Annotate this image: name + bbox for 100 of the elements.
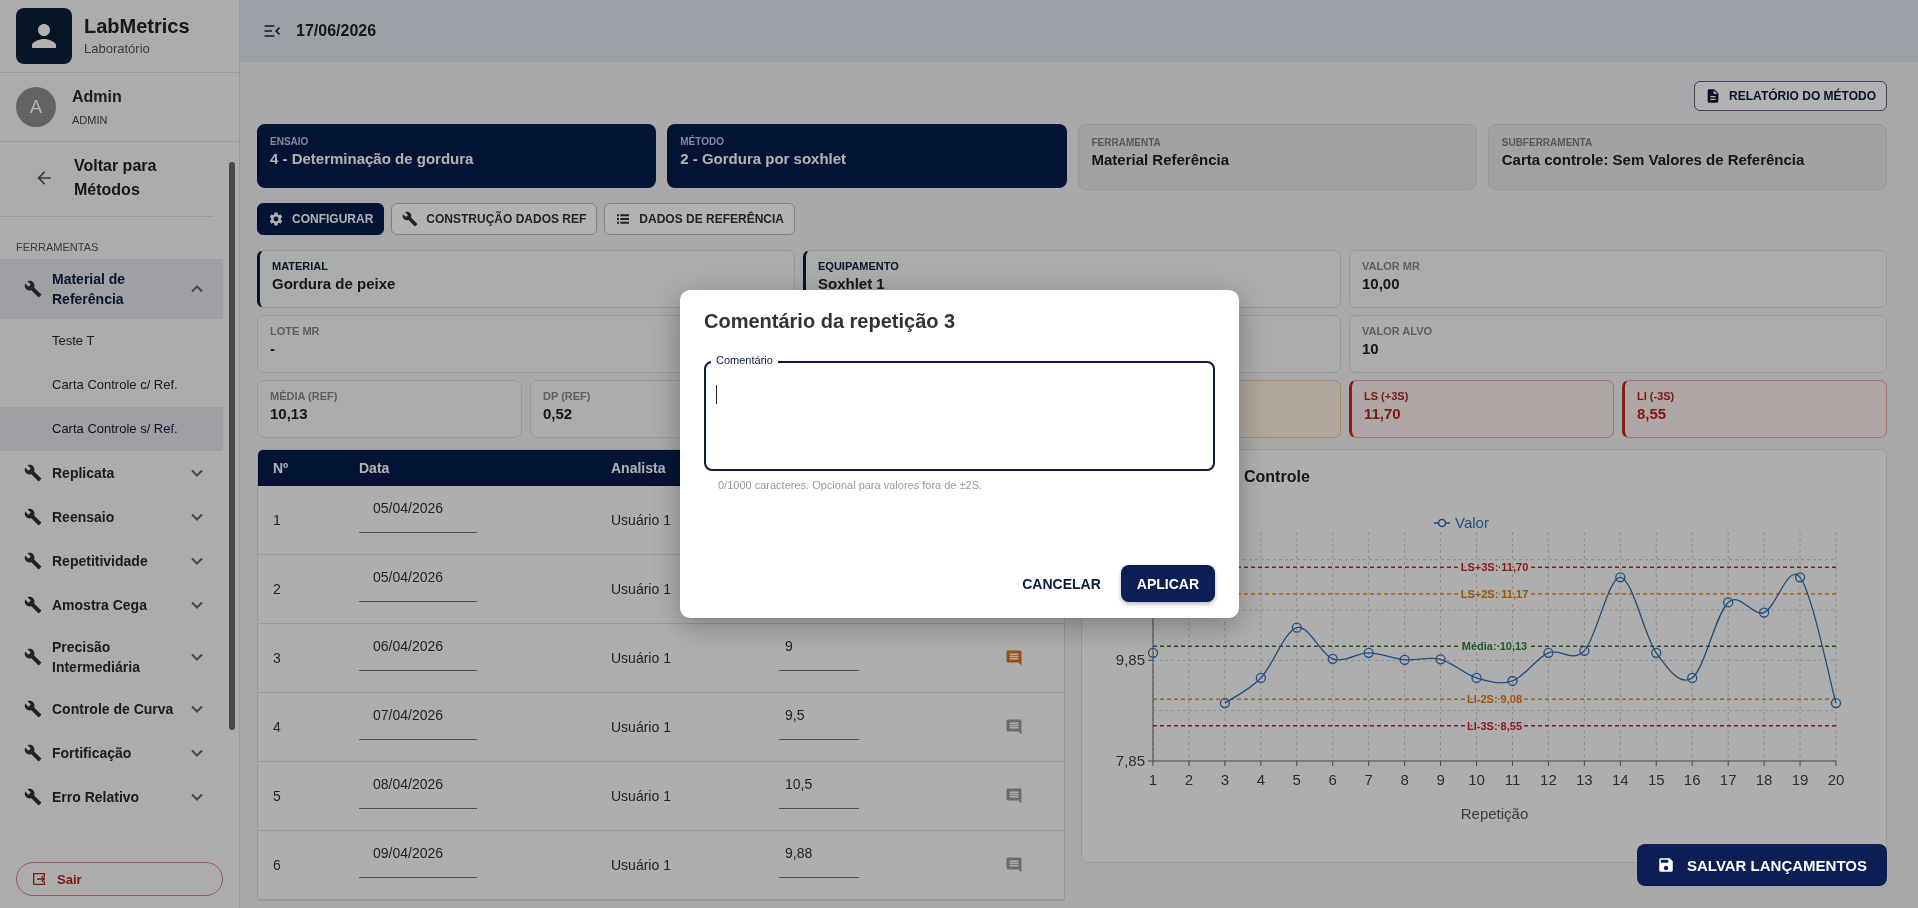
reference-line: LI-3S: 8,55 (1152, 719, 1837, 732)
table-cell-text: Usuário 1 (610, 512, 672, 528)
date-field[interactable]: 07/04/2026 (359, 706, 477, 740)
card-label: LS (+3S) (1364, 390, 1410, 402)
legend-label: Valor (1455, 514, 1489, 531)
date-field[interactable]: 05/04/2026 (359, 499, 477, 533)
comment-icon[interactable] (1005, 787, 1023, 805)
tool-button[interactable]: CONSTRUÇÃO DADOS REF (391, 203, 598, 235)
save-button[interactable]: SALVAR LANÇAMENTOS (1637, 844, 1887, 886)
report-button[interactable]: RELATÓRIO DO MÉTODO (1694, 81, 1887, 111)
sidebar-item[interactable]: Fortificação (0, 731, 223, 775)
user-role: ADMIN (72, 114, 108, 126)
sidebar-subitem[interactable]: Carta Controle c/ Ref. (0, 363, 223, 407)
value-field[interactable]: 9 (779, 637, 859, 671)
card-value: - (270, 340, 276, 357)
ref-line-label: LI-3S: 8,55 (1466, 719, 1523, 732)
date-field[interactable]: 08/04/2026 (359, 775, 477, 809)
value-field[interactable]: 10,5 (779, 775, 859, 809)
data-point (1687, 672, 1698, 684)
comment-icon[interactable] (1005, 856, 1023, 874)
data-point (1543, 647, 1554, 658)
table-cell-text: Usuário 1 (610, 650, 672, 666)
card-label: ENSAIO (270, 136, 310, 147)
data-point (1471, 672, 1482, 684)
sidebar-item[interactable]: Controle de Curva (0, 687, 223, 731)
x-tick-label: 4 (1256, 771, 1266, 788)
wrench-icon (24, 648, 42, 666)
chevron-icon (191, 469, 203, 477)
wrench-icon (24, 552, 42, 570)
reference-line: LI-2S: 9,08 (1152, 693, 1837, 706)
x-tick-label: 5 (1292, 771, 1301, 788)
data-point (1363, 647, 1374, 658)
chevron-icon (191, 513, 203, 521)
data-point (1255, 672, 1266, 684)
data-point (1291, 622, 1302, 633)
wrench-icon (402, 211, 419, 227)
ref-line-label: LI-2S: 9,08 (1466, 693, 1523, 706)
value-field[interactable]: 9,88 (779, 844, 859, 878)
cancel-button[interactable]: CANCELAR (1016, 567, 1107, 600)
x-tick-label: 12 (1540, 771, 1557, 788)
y-tick-label: 9,85 (1115, 651, 1145, 669)
table-cell-text: 5 (272, 788, 282, 804)
x-tick-label: 17 (1719, 771, 1737, 788)
save-icon (1657, 856, 1675, 874)
data-point (1507, 675, 1518, 687)
x-tick-label: 10 (1468, 771, 1485, 788)
data-point (1758, 607, 1770, 618)
sidebar-item[interactable]: Precisão Intermediária (0, 627, 223, 687)
x-tick-label: 15 (1647, 771, 1665, 788)
tool-button[interactable]: CONFIGURAR (257, 203, 385, 235)
wrench-icon (24, 596, 42, 614)
chevron-icon (191, 653, 203, 661)
sidebar-item[interactable]: Erro Relativo (0, 775, 223, 819)
table-cell-text: 1 (272, 512, 282, 528)
column-header: Analista (610, 460, 667, 476)
comment-icon[interactable] (1005, 718, 1023, 736)
data-point (1399, 654, 1410, 665)
x-tick-label: 8 (1400, 771, 1409, 788)
sidebar-item[interactable]: Repetitividade (0, 539, 223, 583)
tool-button[interactable]: DADOS DE REFERÊNCIA (604, 203, 796, 235)
table-cell-text: Usuário 1 (610, 581, 672, 597)
wrench-icon (24, 280, 42, 298)
chevron-icon (191, 749, 203, 757)
x-tick-label: 16 (1683, 771, 1701, 788)
data-point (1830, 697, 1842, 709)
sidebar-subitem[interactable]: Teste T (0, 319, 223, 363)
sidebar-item[interactable]: Reensaio (0, 495, 223, 539)
section-heading: FERRAMENTAS (15, 240, 100, 255)
date-field[interactable]: 06/04/2026 (359, 637, 477, 671)
table-cell-text: 2 (272, 581, 282, 597)
card-label: LI (-3S) (1637, 390, 1676, 402)
card-value: 11,70 (1364, 405, 1402, 422)
data-point (1651, 647, 1662, 658)
data-point (1794, 572, 1806, 583)
sidebar-item[interactable]: Amostra Cega (0, 583, 223, 627)
x-tick-label: 7 (1364, 771, 1373, 788)
x-tick-label: 18 (1755, 771, 1773, 788)
date-field[interactable]: 09/04/2026 (359, 844, 477, 878)
person-icon (16, 7, 72, 64)
data-point (1723, 597, 1734, 608)
comment-icon[interactable] (1005, 649, 1023, 667)
date-field[interactable]: 05/04/2026 (359, 568, 477, 602)
list-icon (615, 211, 632, 227)
back-link[interactable]: Voltar para Métodos (0, 142, 213, 217)
x-tick-label: 11 (1504, 771, 1521, 788)
avatar: A (16, 87, 56, 127)
chevron-icon (191, 285, 203, 293)
apply-button[interactable]: APLICAR (1120, 565, 1215, 602)
x-tick-label: 14 (1611, 771, 1629, 788)
value-field[interactable]: 9,5 (779, 706, 859, 740)
sidebar-item[interactable]: Replicata (0, 451, 223, 495)
card-label: EQUIPAMENTO (818, 260, 900, 272)
logout-icon (31, 871, 47, 887)
sidebar-item[interactable]: Material de Referência (0, 259, 223, 319)
app-name: LabMetrics (84, 15, 190, 38)
card-value: Soxhlet 1 (818, 275, 886, 292)
data-point (1615, 572, 1626, 583)
card-value: 10 (1362, 340, 1380, 357)
wrench-icon (24, 788, 42, 806)
sidebar-subitem[interactable]: Carta Controle s/ Ref. (0, 407, 223, 451)
